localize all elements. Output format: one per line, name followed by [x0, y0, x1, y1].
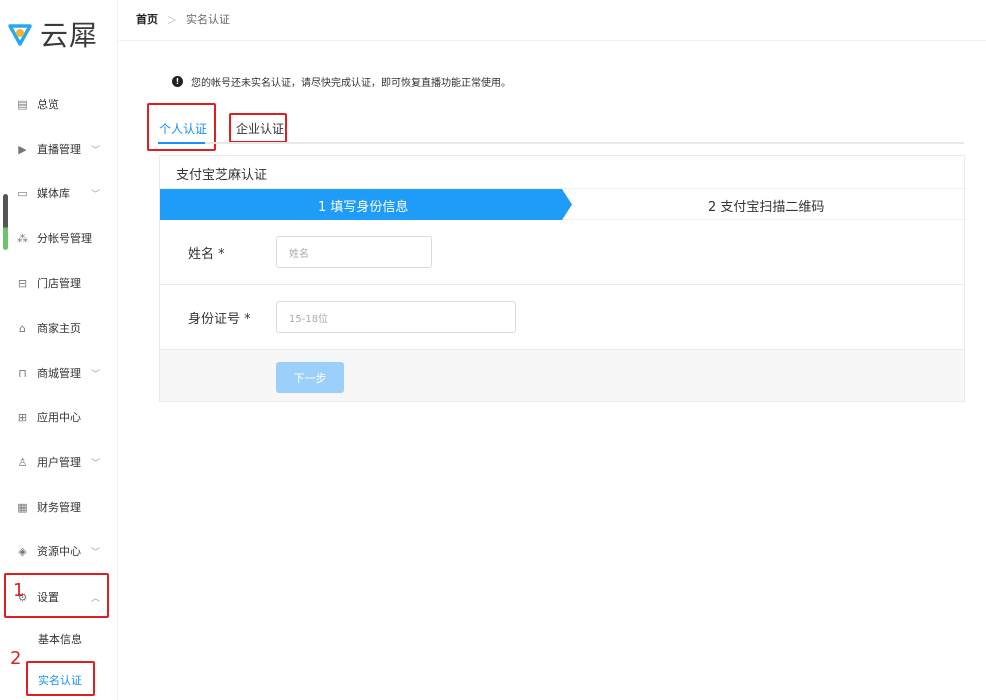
breadcrumb: 首页 ＞ 实名认证: [136, 11, 230, 27]
id-number-row: 身份证号 * 15-18位: [160, 285, 964, 350]
breadcrumb-current: 实名认证: [186, 13, 230, 26]
sidebar-item-live[interactable]: ▶ 直播管理 ﹀: [0, 134, 118, 164]
sidebar-item-label: 直播管理: [37, 143, 81, 156]
step-1-label: 1 填写身份信息: [318, 200, 409, 215]
home-icon: ⌂: [19, 321, 26, 335]
sidebar-item-users[interactable]: ♙ 用户管理 ﹀: [0, 447, 118, 477]
brand-logo[interactable]: 云犀: [6, 14, 98, 54]
yunxi-logo-icon: [6, 20, 34, 48]
apps-icon: ⊞: [17, 410, 28, 424]
notice-text: 您的帐号还未实名认证，请尽快完成认证，即可恢复直播功能正常使用。: [191, 78, 511, 89]
sidebar-item-store[interactable]: ⊟ 门店管理: [0, 268, 118, 298]
sidebar-item-label: 媒体库: [37, 187, 70, 200]
header-divider: [118, 40, 986, 41]
org-icon: ⁂: [17, 231, 28, 245]
next-step-button[interactable]: 下一步: [276, 362, 344, 393]
name-label: 姓名 *: [188, 247, 225, 262]
sidebar-item-label: 设置: [37, 591, 59, 604]
sidebar-item-resources[interactable]: ◈ 资源中心 ﹀: [0, 536, 118, 566]
sidebar-item-apps[interactable]: ⊞ 应用中心: [0, 402, 118, 432]
alipay-verification-panel: 支付宝芝麻认证 1 填写身份信息 2 支付宝扫描二维码 姓名 * 姓名 身份证号…: [159, 155, 965, 402]
sidebar-item-mall[interactable]: ⊓ 商城管理 ﹀: [0, 358, 118, 388]
sidebar-subitem-basic-info[interactable]: 基本信息: [38, 631, 82, 647]
sidebar-subitem-real-name[interactable]: 实名认证: [38, 672, 82, 688]
name-input[interactable]: 姓名: [276, 236, 432, 268]
id-number-input[interactable]: 15-18位: [276, 301, 516, 333]
folder-icon: ▭: [17, 186, 28, 200]
name-placeholder: 姓名: [289, 248, 309, 260]
annotation-marker-1: 1: [13, 580, 25, 601]
bag-icon: ⊓: [18, 366, 27, 380]
tab-active-indicator: [158, 142, 205, 144]
chevron-down-icon: ﹀: [91, 369, 101, 380]
id-number-label: 身份证号 *: [188, 312, 251, 327]
id-number-placeholder: 15-18位: [289, 313, 329, 325]
sidebar-item-overview[interactable]: ▤ 总览: [0, 89, 118, 119]
step-2-label: 2 支付宝扫描二维码: [708, 200, 825, 215]
chevron-up-icon: ︿: [91, 593, 101, 604]
chevron-down-icon: ﹀: [91, 145, 101, 156]
sidebar-item-finance[interactable]: ▦ 财务管理: [0, 492, 118, 522]
finance-icon: ▦: [17, 500, 28, 514]
sidebar-item-label: 应用中心: [37, 411, 81, 424]
steps-bar: 1 填写身份信息 2 支付宝扫描二维码: [160, 188, 964, 220]
verification-tabs: 个人认证 企业认证: [158, 112, 964, 144]
sidebar-item-subaccount[interactable]: ⁂ 分帐号管理: [0, 223, 118, 253]
verification-notice: ! 您的帐号还未实名认证，请尽快完成认证，即可恢复直播功能正常使用。: [172, 74, 511, 89]
sidebar-item-label: 财务管理: [37, 501, 81, 514]
sidebar-item-label: 门店管理: [37, 277, 81, 290]
name-row: 姓名 * 姓名: [160, 220, 964, 285]
sidebar-item-merchant-home[interactable]: ⌂ 商家主页: [0, 313, 118, 343]
warning-icon: !: [172, 76, 183, 87]
sidebar-item-label: 商家主页: [37, 322, 81, 335]
sidebar-item-label: 商城管理: [37, 367, 81, 380]
form-footer: 下一步: [160, 350, 964, 401]
chevron-down-icon: ﹀: [91, 547, 101, 558]
user-icon: ♙: [17, 455, 28, 469]
tab-personal[interactable]: 个人认证: [159, 120, 207, 137]
sidebar-item-label: 总览: [37, 98, 59, 111]
store-icon: ⊟: [17, 276, 28, 290]
chevron-down-icon: ﹀: [91, 458, 101, 469]
play-icon: ▶: [18, 142, 27, 156]
annotation-marker-2: 2: [10, 648, 22, 669]
sidebar-item-label: 资源中心: [37, 545, 81, 558]
sidebar-item-label: 用户管理: [37, 456, 81, 469]
layers-icon: ◈: [18, 544, 27, 558]
panel-title: 支付宝芝麻认证: [176, 168, 268, 183]
logo-text: 云犀: [40, 19, 99, 52]
sidebar-item-media[interactable]: ▭ 媒体库 ﹀: [0, 178, 118, 208]
breadcrumb-home[interactable]: 首页: [136, 11, 158, 27]
chevron-right-icon: ＞: [167, 15, 177, 27]
tab-enterprise[interactable]: 企业认证: [236, 120, 284, 137]
chevron-down-icon: ﹀: [91, 189, 101, 200]
sidebar-item-label: 分帐号管理: [37, 232, 92, 245]
chart-icon: ▤: [17, 97, 28, 111]
